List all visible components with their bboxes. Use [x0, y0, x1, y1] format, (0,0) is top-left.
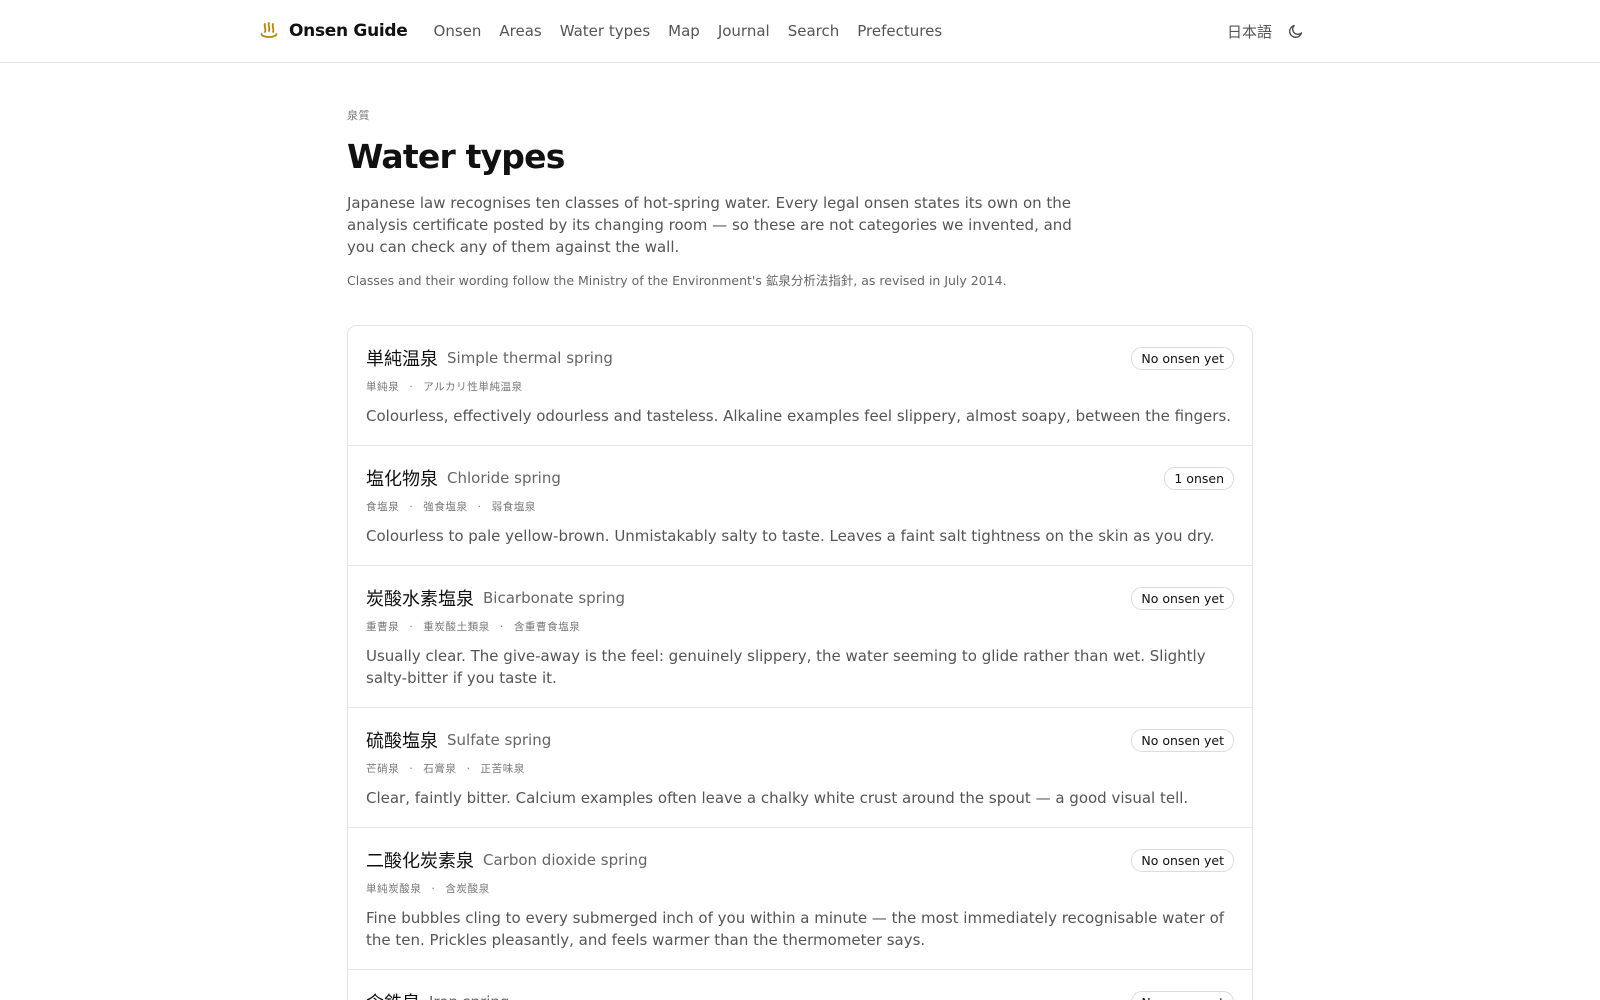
water-type-description: Colourless, effectively odourless and ta… — [366, 407, 1232, 425]
alias-separator: · — [499, 621, 504, 633]
header-actions: 日本語 — [1227, 21, 1306, 42]
dark-mode-toggle[interactable] — [1286, 21, 1306, 41]
page-intro: Japanese law recognises ten classes of h… — [347, 194, 1072, 256]
onsen-count-badge: 1 onsen — [1164, 466, 1234, 490]
water-type-item[interactable]: 硫酸塩泉 Sulfate spring No onsen yet 芒硝泉 · 石膏泉… — [348, 707, 1252, 827]
alias-separator: · — [409, 381, 414, 393]
alias-name: 石膏泉 — [423, 763, 457, 775]
alias-name: 正苦味泉 — [480, 763, 525, 775]
alias-name: 重炭酸土類泉 — [423, 621, 490, 633]
moon-icon — [1289, 24, 1303, 38]
alias-name: 単純泉 — [366, 381, 400, 393]
water-type-item[interactable]: 単純温泉 Simple thermal spring No onsen yet … — [348, 326, 1252, 445]
alias-name: アルカリ性単純温泉 — [423, 381, 523, 393]
water-type-description: Colourless to pale yellow-brown. Unmista… — [366, 527, 1215, 545]
water-type-english-name: Sulfate spring — [447, 731, 552, 749]
water-type-header: 二酸化炭素泉 Carbon dioxide spring No onsen ye… — [366, 847, 1234, 873]
page-title: Water types — [347, 137, 565, 176]
nav-journal[interactable]: Journal — [718, 22, 770, 40]
onsen-count-badge: No onsen yet — [1131, 990, 1234, 1000]
onsen-count-badge: No onsen yet — [1131, 586, 1234, 610]
alias-name: 弱食塩泉 — [491, 501, 537, 513]
water-type-japanese-name: 塩化物泉 — [366, 469, 438, 490]
water-type-header: 炭酸水素塩泉 Bicarbonate spring No onsen yet — [366, 585, 1234, 611]
water-type-item[interactable]: 炭酸水素塩泉 Bicarbonate spring No onsen yet 重… — [348, 565, 1252, 707]
alias-separator: · — [466, 763, 471, 775]
main-content: 泉質 Water types Japanese law recognises t… — [347, 63, 1253, 1000]
water-type-japanese-name: 含鉄泉 — [366, 989, 420, 1000]
water-type-japanese-name: 単純温泉 — [366, 349, 438, 370]
alias-separator: · — [409, 763, 414, 775]
water-type-english-name: Chloride spring — [447, 469, 561, 487]
hot-spring-icon — [259, 20, 281, 42]
water-type-item[interactable]: 塩化物泉 Chloride spring 1 onsen 食塩泉 · 強食塩泉 · 弱食… — [348, 445, 1252, 565]
water-type-header: 塩化物泉 Chloride spring 1 onsen — [366, 465, 1234, 491]
water-type-japanese-name: 硫酸塩泉 — [366, 731, 438, 752]
main-nav: Onsen Areas Water types Map Journal Sear… — [434, 22, 943, 40]
nav-onsen[interactable]: Onsen — [434, 22, 482, 40]
language-switch[interactable]: 日本語 — [1227, 21, 1272, 42]
brand-name: Onsen Guide — [289, 21, 408, 41]
page-eyebrow: 泉質 — [347, 109, 370, 122]
alias-name: 食塩泉 — [366, 501, 400, 513]
onsen-count-badge: No onsen yet — [1131, 346, 1234, 370]
alias-name: 重曹泉 — [366, 621, 400, 633]
water-type-list: 単純温泉 Simple thermal spring No onsen yet … — [347, 325, 1253, 1000]
water-type-header: 含鉄泉 Iron spring No onsen yet — [366, 989, 1234, 1000]
nav-search[interactable]: Search — [788, 22, 840, 40]
onsen-count-badge: No onsen yet — [1131, 728, 1234, 752]
water-type-aliases: 食塩泉 · 強食塩泉 · 弱食塩泉 — [366, 499, 1234, 514]
water-type-english-name: Simple thermal spring — [447, 349, 613, 367]
alias-separator: · — [409, 621, 414, 633]
top-navigation-bar: Onsen Guide Onsen Areas Water types Map … — [0, 0, 1600, 63]
water-type-japanese-name: 二酸化炭素泉 — [366, 851, 474, 872]
water-type-aliases: 重曹泉 · 重炭酸土類泉 · 含重曹食塩泉 — [366, 619, 1234, 634]
water-type-aliases: 単純炭酸泉 · 含炭酸泉 — [366, 881, 1234, 896]
water-type-japanese-name: 炭酸水素塩泉 — [366, 589, 474, 610]
alias-separator: · — [431, 883, 436, 895]
water-type-english-name: Bicarbonate spring — [483, 589, 626, 607]
water-type-aliases: 単純泉 · アルカリ性単純温泉 — [366, 379, 1234, 394]
source-note: Classes and their wording follow the Min… — [347, 273, 1007, 288]
alias-separator: · — [409, 501, 414, 513]
water-type-item[interactable]: 含鉄泉 Iron spring No onsen yet — [348, 969, 1252, 1000]
onsen-count-badge: No onsen yet — [1131, 848, 1234, 872]
brand[interactable]: Onsen Guide — [259, 20, 408, 42]
alias-name: 芒硝泉 — [366, 763, 400, 775]
water-type-description: Clear, faintly bitter. Calcium examples … — [366, 789, 1189, 807]
water-type-aliases: 芒硝泉 · 石膏泉 · 正苦味泉 — [366, 761, 1234, 776]
alias-name: 単純炭酸泉 — [366, 883, 422, 895]
water-type-description: Usually clear. The give-away is the feel… — [366, 647, 1206, 687]
alias-name: 強食塩泉 — [423, 501, 468, 513]
water-type-english-name: Iron spring — [429, 993, 509, 1000]
alias-name: 含重曹食塩泉 — [513, 621, 581, 633]
nav-prefectures[interactable]: Prefectures — [857, 22, 942, 40]
nav-map[interactable]: Map — [668, 22, 700, 40]
water-type-item[interactable]: 二酸化炭素泉 Carbon dioxide spring No onsen ye… — [348, 827, 1252, 969]
water-type-english-name: Carbon dioxide spring — [483, 851, 648, 869]
water-type-header: 単純温泉 Simple thermal spring No onsen yet — [366, 345, 1234, 371]
nav-areas[interactable]: Areas — [499, 22, 541, 40]
alias-separator: · — [477, 501, 482, 513]
water-type-description: Fine bubbles cling to every submerged in… — [366, 909, 1225, 949]
water-type-header: 硫酸塩泉 Sulfate spring No onsen yet — [366, 727, 1234, 753]
alias-name: 含炭酸泉 — [445, 883, 490, 895]
nav-water-types[interactable]: Water types — [560, 22, 650, 40]
